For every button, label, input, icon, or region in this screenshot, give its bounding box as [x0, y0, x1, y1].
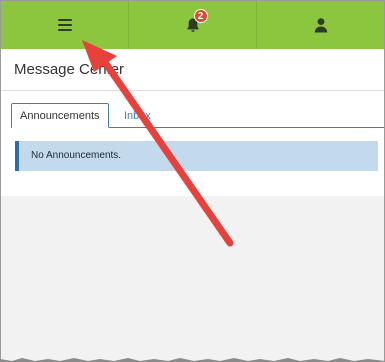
notifications-button[interactable]: 2: [128, 1, 256, 49]
empty-page-area: [1, 196, 384, 361]
menu-button[interactable]: [1, 1, 128, 49]
page-header: Message Center: [1, 49, 384, 91]
alert-message: No Announcements.: [31, 150, 122, 161]
bell-icon: 2: [185, 9, 208, 33]
torn-edge-decoration: [0, 358, 385, 362]
hamburger-menu-icon: [57, 19, 72, 31]
user-icon: [314, 18, 327, 33]
tab-bar: Announcements Inbox: [11, 103, 384, 128]
top-navigation-bar: 2: [1, 1, 384, 49]
notification-count-badge: 2: [193, 9, 208, 23]
user-profile-button[interactable]: [256, 1, 384, 49]
tab-inbox[interactable]: Inbox: [115, 103, 160, 128]
message-center-content: Announcements Inbox No Announcements.: [1, 91, 384, 196]
page-title: Message Center: [14, 61, 125, 78]
app-frame: 2 Message Center Announcements Inbox No …: [0, 0, 385, 362]
info-alert: No Announcements.: [15, 141, 378, 171]
tab-announcements[interactable]: Announcements: [11, 103, 109, 128]
